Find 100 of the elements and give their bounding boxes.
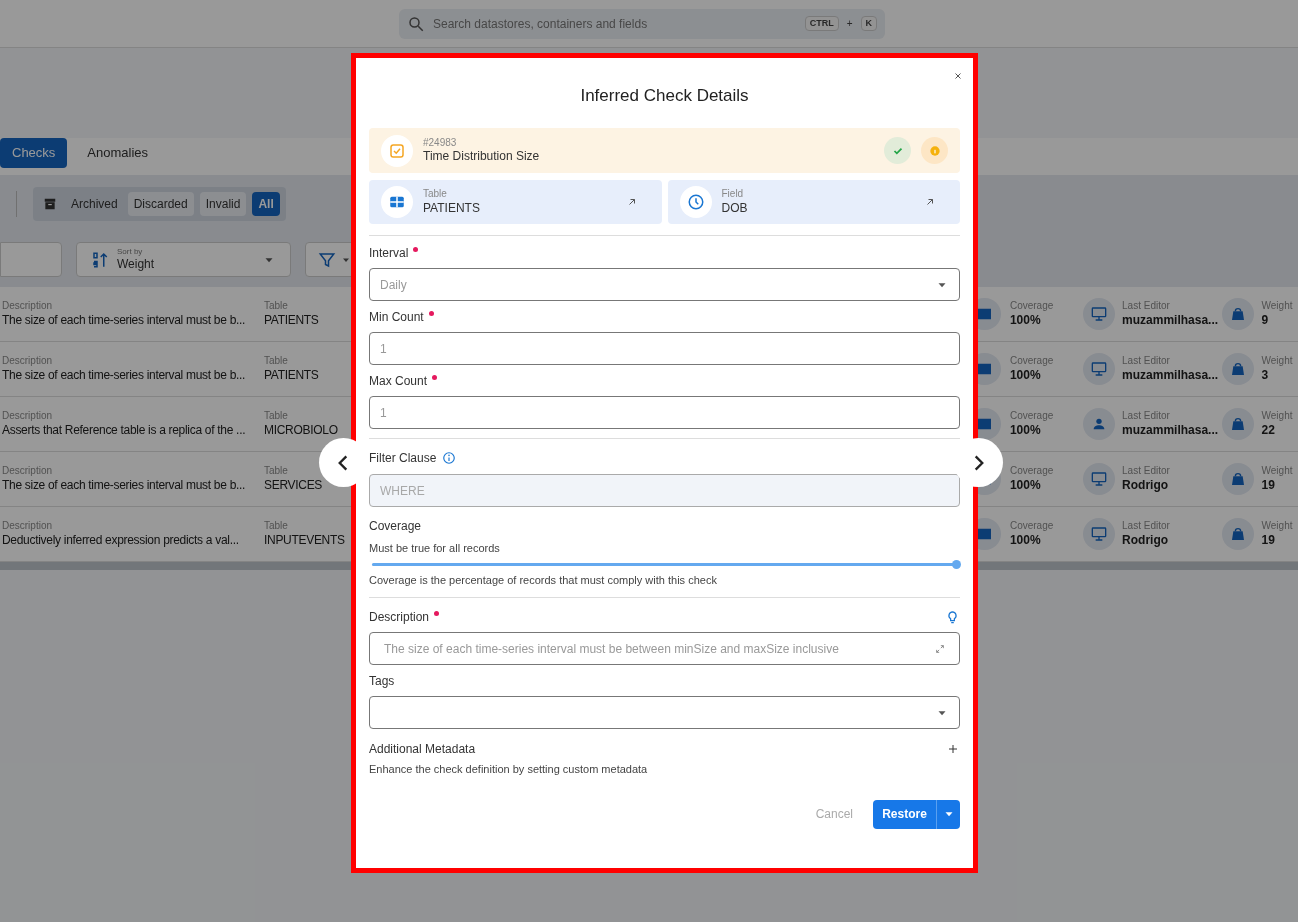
column-label: Description xyxy=(2,520,54,533)
column-label: Table xyxy=(264,465,289,478)
weight-value: 19 xyxy=(1261,477,1276,493)
column-label: Table xyxy=(264,410,289,423)
column-label: Coverage xyxy=(1009,465,1055,478)
search-field[interactable]: Search datastores, containers and fields CTRL + K xyxy=(399,8,885,39)
tab[interactable]: Anomalies xyxy=(75,138,161,168)
metadata-hint: Enhance the check definition by setting custom metadata xyxy=(369,762,649,777)
column-label: Description xyxy=(2,410,54,423)
editor-name: muzammilhasa... xyxy=(1122,367,1220,383)
column-label: Last Editor xyxy=(1122,300,1171,313)
field-label: Description xyxy=(369,609,430,626)
weight-value: 22 xyxy=(1261,422,1276,438)
link-label: Field xyxy=(721,188,745,201)
search-icon xyxy=(407,14,425,33)
clock-icon xyxy=(686,193,705,211)
sort-dropdown[interactable]: Sort by Weight xyxy=(76,242,291,277)
column-label: Weight xyxy=(1261,520,1294,533)
monitor-icon xyxy=(1090,361,1107,377)
check-id: #24983 xyxy=(423,136,458,150)
column-label: Table xyxy=(264,355,289,368)
search-field[interactable] xyxy=(0,242,62,277)
table-name: INPUTEVENTS xyxy=(264,532,344,548)
field-label: Interval xyxy=(369,245,409,262)
column-label: Description xyxy=(2,355,54,368)
column-label: Weight xyxy=(1261,465,1294,478)
field-label: Additional Metadata xyxy=(369,741,476,758)
slider-thumb[interactable] xyxy=(952,559,961,569)
status-filter[interactable]: Invalid xyxy=(199,191,247,216)
keyboard-key: CTRL xyxy=(804,15,839,32)
link-card[interactable]: Table PATIENTS xyxy=(369,180,662,224)
monitor-icon xyxy=(1090,526,1107,542)
info-dot-icon xyxy=(927,143,942,158)
column-label: Weight xyxy=(1261,355,1294,368)
search-placeholder: Search datastores, containers and fields xyxy=(433,15,649,33)
filter-clause-field[interactable]: WHERE xyxy=(369,474,960,507)
weight-value: 9 xyxy=(1261,312,1270,328)
status-filter[interactable]: Discarded xyxy=(127,191,194,216)
status-filter[interactable]: Archived xyxy=(39,191,122,216)
dialog-title: Inferred Check Details xyxy=(580,84,749,107)
weight-value: 3 xyxy=(1261,367,1270,383)
coverage-value: 100% xyxy=(1009,312,1042,328)
coverage-value: 100% xyxy=(1009,477,1042,493)
filter-icon xyxy=(318,250,336,269)
field-label: Coverage xyxy=(369,518,422,535)
column-label: Coverage xyxy=(1009,520,1055,533)
chevron-right-icon xyxy=(973,454,984,471)
table-name: MICROBIOLO xyxy=(264,422,339,438)
table-name: PATIENTS xyxy=(264,367,320,383)
link-value: DOB xyxy=(721,200,749,216)
weight-value: 19 xyxy=(1261,532,1276,548)
field-label: Tags xyxy=(369,673,395,690)
weight-icon xyxy=(1230,526,1247,542)
slider-note: Coverage is the percentage of records that must comply with this check xyxy=(369,572,718,588)
column-label: Last Editor xyxy=(1122,355,1171,368)
column-label: Weight xyxy=(1261,410,1294,423)
restore-button[interactable]: Restore xyxy=(873,799,936,829)
tab[interactable]: Checks xyxy=(0,138,68,168)
column-label: Last Editor xyxy=(1122,465,1171,478)
lightbulb-icon xyxy=(945,609,960,625)
column-label: Coverage xyxy=(1009,300,1055,313)
info-icon xyxy=(442,451,457,465)
monitor-icon xyxy=(1090,306,1107,322)
check-name: Time Distribution Size xyxy=(423,149,541,165)
plus-icon xyxy=(947,743,959,755)
table-name: PATIENTS xyxy=(264,312,320,328)
dropdown-button[interactable] xyxy=(936,799,960,829)
column-label: Description xyxy=(2,300,54,313)
note-check-icon xyxy=(388,141,406,160)
check-description: The size of each time-series interval must be b... xyxy=(2,367,247,383)
sort-value: Weight xyxy=(117,257,156,272)
coverage-value: 100% xyxy=(1009,532,1042,548)
editor-name: Rodrigo xyxy=(1122,532,1170,548)
status-filter[interactable]: All xyxy=(252,191,280,216)
column-label: Last Editor xyxy=(1122,410,1171,423)
column-label: Coverage xyxy=(1009,355,1055,368)
editor-name: muzammilhasa... xyxy=(1122,312,1220,328)
check-description: Deductively inferred expression predicts a val... xyxy=(2,532,240,548)
chevron-left-icon xyxy=(338,454,349,471)
column-label: Weight xyxy=(1261,300,1294,313)
weight-icon xyxy=(1230,471,1247,487)
keyboard-key: K xyxy=(860,15,877,32)
plus-sign: + xyxy=(846,17,853,31)
editor-name: muzammilhasa... xyxy=(1122,422,1220,438)
weight-icon xyxy=(1230,416,1247,432)
column-label: Description xyxy=(2,465,54,478)
add-button[interactable] xyxy=(946,742,960,756)
column-label: Last Editor xyxy=(1122,520,1171,533)
field-label: Filter Clause xyxy=(369,450,437,467)
column-label: Coverage xyxy=(1009,410,1055,423)
field-label: Min Count xyxy=(369,309,424,326)
close-icon xyxy=(953,71,963,81)
column-label: Table xyxy=(264,520,289,533)
coverage-value: 100% xyxy=(1009,422,1042,438)
column-label: Table xyxy=(264,300,289,313)
check-description: Asserts that Reference table is a replica of the ... xyxy=(2,422,247,438)
link-card[interactable]: Field DOB xyxy=(667,180,960,224)
dropdown-field[interactable] xyxy=(369,696,960,729)
cancel-button[interactable]: Cancel xyxy=(815,805,853,823)
field-label: Max Count xyxy=(369,373,428,390)
